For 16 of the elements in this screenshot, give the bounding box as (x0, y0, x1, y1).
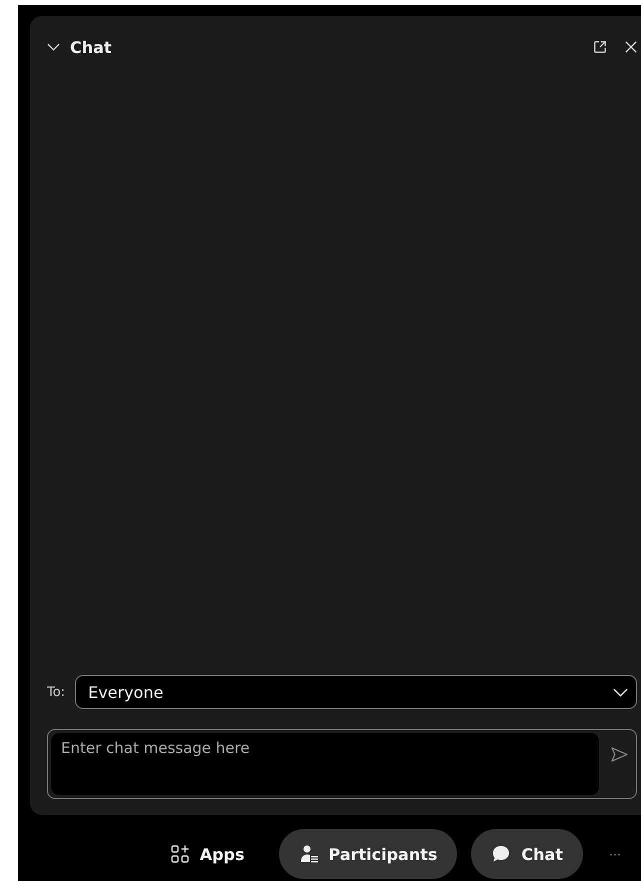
recipient-dropdown[interactable]: Everyone (75, 675, 637, 709)
more-button[interactable]: ··· (605, 847, 625, 861)
apps-button[interactable]: Apps (150, 829, 265, 879)
caret-icon (613, 688, 628, 696)
send-icon[interactable] (611, 747, 628, 762)
pop-out-icon[interactable] (593, 40, 607, 54)
message-field[interactable]: Enter chat message here (51, 733, 599, 795)
chat-button[interactable]: Chat (471, 829, 583, 879)
to-label: To: (47, 684, 66, 700)
chevron-down-icon[interactable] (47, 43, 60, 51)
panel-title: Chat (70, 38, 112, 56)
close-icon[interactable] (625, 41, 637, 53)
grid-plus-icon (170, 844, 190, 864)
person-list-icon (298, 844, 319, 864)
speech-bubble-icon (491, 844, 512, 864)
participants-button[interactable]: Participants (278, 829, 458, 879)
